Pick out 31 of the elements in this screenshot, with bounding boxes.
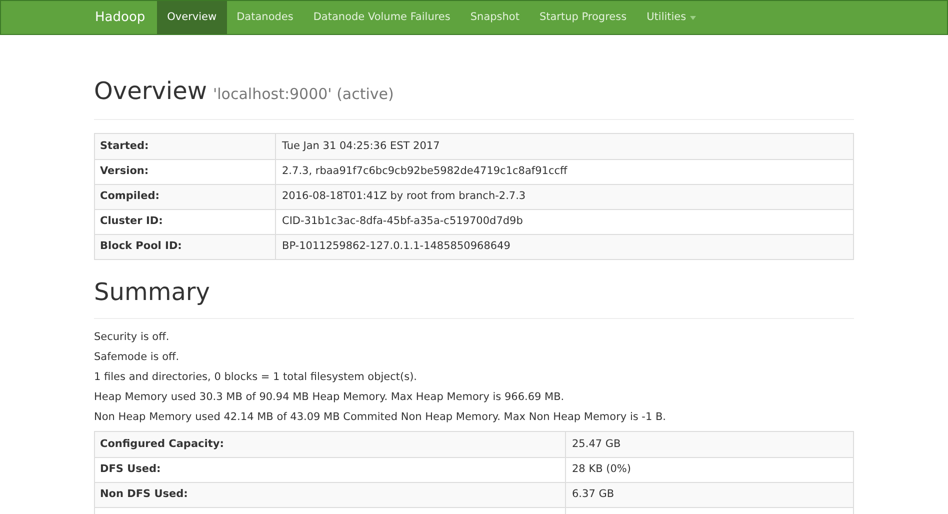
summary-text: Security is off. — [94, 330, 170, 345]
row-value: BP-1011259862-127.0.1.1-1485850968649 — [282, 239, 510, 254]
section-title: Summary — [94, 277, 211, 308]
row-label: Block Pool ID: — [100, 239, 182, 254]
row-value: Tue Jan 31 04:25:36 EST 2017 — [282, 138, 440, 154]
summary-text: Non Heap Memory used 42.14 MB of 43.09 MB Commited Non Heap Memory. Max Non Heap Memory is -1 B. — [94, 410, 668, 425]
summary-text: 1 files and directories, 0 blocks = 1 total filesystem object(s). — [94, 370, 418, 385]
page-subtitle: 'localhost:9000' (active) — [213, 84, 394, 105]
nav-tab[interactable]: Datanode Volume Failures — [303, 1, 460, 34]
nav-tab[interactable]: Utilities — [636, 1, 706, 34]
row-value: CID-31b1c3ac-8dfa-45bf-a35a-c519700d7d9b — [282, 214, 523, 230]
row-value: 28 KB (0%) — [572, 462, 631, 478]
row-label: Non DFS Used: — [100, 487, 188, 502]
summary-text: Heap Memory used 30.3 MB of 90.94 MB Heap Memory. Max Heap Memory is 966.69 MB. — [94, 390, 566, 405]
row-label: Started: — [100, 138, 149, 154]
summary-text: Safemode is off. — [94, 350, 180, 365]
row-label: Compiled: — [100, 189, 160, 204]
nav-tab[interactable]: Overview — [157, 1, 227, 34]
row-label: Cluster ID: — [100, 214, 163, 230]
row-value: 2.7.3, rbaa91f7c6bc9cb92be5982de4719c1c8af91ccff — [282, 164, 568, 180]
brand-link[interactable]: Hadoop — [83, 1, 158, 34]
row-value: 6.37 GB — [572, 487, 614, 502]
row-value: 25.47 GB — [572, 436, 621, 452]
row-value: 2016-08-18T01:41Z by root from branch-2.7.3 — [282, 189, 526, 204]
row-label: Configured Capacity: — [100, 436, 224, 452]
row-label: Version: — [100, 164, 149, 180]
nav-tab[interactable]: Datanodes — [226, 1, 304, 34]
nav-tab[interactable]: Startup Progress — [529, 1, 637, 34]
nav-tab[interactable]: Snapshot — [460, 1, 530, 34]
row-label: DFS Used: — [100, 462, 161, 478]
page-title: Overview — [94, 76, 207, 107]
